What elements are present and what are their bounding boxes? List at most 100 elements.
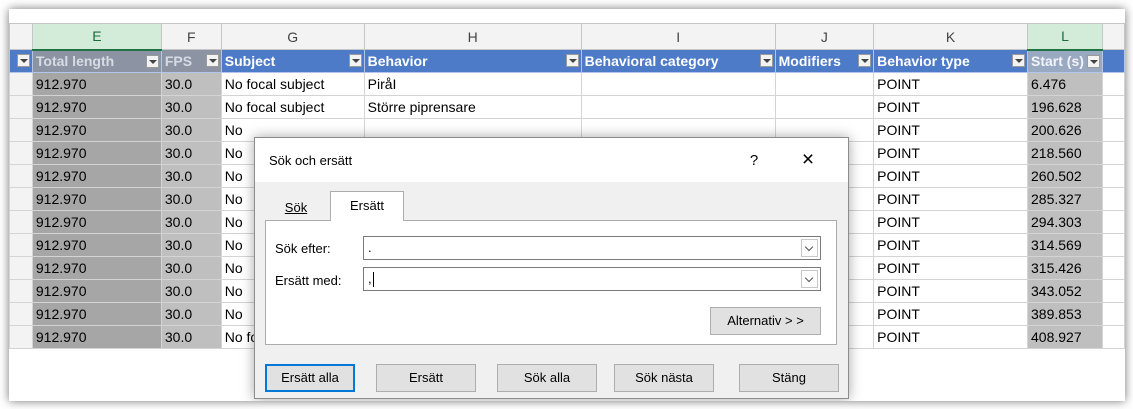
cell-behavior-type[interactable]: POINT bbox=[873, 302, 1029, 326]
cell-fps[interactable]: 30.0 bbox=[160, 95, 222, 119]
filter-dropdown-icon[interactable] bbox=[1012, 54, 1026, 67]
replace-dropdown-chevron-icon[interactable] bbox=[801, 270, 818, 288]
cell-behavior[interactable]: PiråI bbox=[363, 72, 582, 96]
filter-dropdown-icon[interactable] bbox=[759, 54, 773, 67]
filter-dropdown-icon[interactable] bbox=[348, 54, 362, 67]
table-header-cell[interactable]: Behavior bbox=[363, 49, 582, 73]
column-letter[interactable]: J bbox=[774, 23, 875, 50]
cell-next[interactable] bbox=[1101, 164, 1125, 188]
cell-subject[interactable]: No focal subject bbox=[220, 72, 365, 96]
table-header-cell[interactable]: Subject bbox=[220, 49, 365, 73]
help-button[interactable]: ? bbox=[739, 149, 769, 173]
cell-next[interactable] bbox=[1101, 187, 1125, 211]
cell-behavior[interactable]: Större piprensare bbox=[363, 95, 582, 119]
cell-next[interactable] bbox=[1101, 95, 1125, 119]
cell-fps[interactable]: 30.0 bbox=[160, 72, 222, 96]
cell-total-length[interactable]: 912.970 bbox=[31, 95, 162, 119]
tab-replace[interactable]: Ersätt bbox=[330, 191, 404, 221]
filter-dropdown-icon[interactable] bbox=[205, 54, 219, 67]
cell-next[interactable] bbox=[1101, 72, 1125, 96]
cell-start[interactable]: 6.476 bbox=[1027, 72, 1103, 96]
cell-next[interactable] bbox=[1101, 256, 1125, 280]
cell-next[interactable] bbox=[1101, 233, 1125, 257]
cell-behavior-type[interactable]: POINT bbox=[873, 210, 1029, 234]
cell-fps[interactable]: 30.0 bbox=[160, 141, 222, 165]
cell-fps[interactable]: 30.0 bbox=[160, 279, 222, 303]
cell-behavior-type[interactable]: POINT bbox=[873, 233, 1029, 257]
row-header[interactable] bbox=[9, 256, 33, 280]
filter-dropdown-icon[interactable] bbox=[1086, 54, 1100, 68]
cell-fps[interactable]: 30.0 bbox=[160, 164, 222, 188]
cell-next[interactable] bbox=[1101, 302, 1125, 326]
cell-fps[interactable]: 30.0 bbox=[160, 256, 222, 280]
find-all-button[interactable]: Sök alla bbox=[497, 364, 597, 392]
row-header[interactable] bbox=[9, 118, 33, 142]
row-header[interactable] bbox=[9, 187, 33, 211]
tab-find[interactable]: Sök bbox=[266, 196, 326, 221]
cell-next[interactable] bbox=[1101, 325, 1125, 349]
cell-behavior-type[interactable]: POINT bbox=[873, 95, 1029, 119]
find-input[interactable]: . bbox=[363, 236, 821, 260]
column-letter[interactable]: G bbox=[220, 23, 365, 50]
cell-start[interactable]: 314.569 bbox=[1027, 233, 1103, 257]
cell-next[interactable] bbox=[1101, 141, 1125, 165]
close-button[interactable]: Stäng bbox=[739, 364, 839, 392]
cell-total-length[interactable]: 912.970 bbox=[31, 164, 162, 188]
cell-behavioral-category[interactable] bbox=[580, 72, 776, 96]
cell-start[interactable]: 343.052 bbox=[1027, 279, 1103, 303]
cell-modifiers[interactable] bbox=[774, 95, 875, 119]
cell-start[interactable]: 218.560 bbox=[1027, 141, 1103, 165]
filter-dropdown-icon[interactable] bbox=[16, 54, 30, 67]
filter-dropdown-icon[interactable] bbox=[858, 54, 872, 67]
table-header-cell[interactable] bbox=[1101, 49, 1125, 73]
filter-dropdown-icon[interactable] bbox=[565, 54, 579, 67]
cell-total-length[interactable]: 912.970 bbox=[31, 302, 162, 326]
row-header[interactable] bbox=[9, 95, 33, 119]
table-header-cell[interactable]: Behavior type bbox=[873, 49, 1029, 73]
column-letter[interactable] bbox=[1101, 23, 1125, 50]
cell-total-length[interactable]: 912.970 bbox=[31, 256, 162, 280]
row-header[interactable] bbox=[9, 72, 33, 96]
cell-behavior-type[interactable]: POINT bbox=[873, 256, 1029, 280]
cell-fps[interactable]: 30.0 bbox=[160, 118, 222, 142]
cell-start[interactable]: 196.628 bbox=[1027, 95, 1103, 119]
row-header[interactable] bbox=[9, 325, 33, 349]
find-next-button[interactable]: Sök nästa bbox=[614, 364, 714, 392]
cell-total-length[interactable]: 912.970 bbox=[31, 233, 162, 257]
cell-fps[interactable]: 30.0 bbox=[160, 302, 222, 326]
column-letter[interactable] bbox=[9, 23, 33, 50]
cell-start[interactable]: 200.626 bbox=[1027, 118, 1103, 142]
cell-next[interactable] bbox=[1101, 210, 1125, 234]
table-header-cell[interactable]: Behavioral category bbox=[580, 49, 776, 73]
cell-start[interactable]: 260.502 bbox=[1027, 164, 1103, 188]
cell-behavior-type[interactable]: POINT bbox=[873, 164, 1029, 188]
table-header-cell[interactable]: Start (s) bbox=[1027, 49, 1103, 73]
filter-dropdown-icon[interactable] bbox=[145, 54, 159, 68]
row-header[interactable] bbox=[9, 233, 33, 257]
row-header[interactable] bbox=[9, 210, 33, 234]
column-letter[interactable]: K bbox=[873, 23, 1029, 50]
cell-behavior-type[interactable]: POINT bbox=[873, 141, 1029, 165]
row-header[interactable] bbox=[9, 302, 33, 326]
cell-total-length[interactable]: 912.970 bbox=[31, 72, 162, 96]
close-icon[interactable]: × bbox=[793, 147, 823, 173]
cell-start[interactable]: 285.327 bbox=[1027, 187, 1103, 211]
column-letter[interactable]: L bbox=[1027, 23, 1103, 51]
cell-total-length[interactable]: 912.970 bbox=[31, 279, 162, 303]
row-header[interactable] bbox=[9, 279, 33, 303]
cell-start[interactable]: 408.927 bbox=[1027, 325, 1103, 349]
find-dropdown-chevron-icon[interactable] bbox=[801, 239, 818, 257]
cell-total-length[interactable]: 912.970 bbox=[31, 141, 162, 165]
replace-all-button[interactable]: Ersätt alla bbox=[265, 364, 355, 392]
cell-fps[interactable]: 30.0 bbox=[160, 233, 222, 257]
table-header-cell[interactable]: Modifiers bbox=[774, 49, 875, 73]
table-header-cell[interactable]: FPS bbox=[160, 49, 222, 73]
cell-subject[interactable]: No focal subject bbox=[220, 95, 365, 119]
cell-behavioral-category[interactable] bbox=[580, 95, 776, 119]
cell-total-length[interactable]: 912.970 bbox=[31, 118, 162, 142]
cell-start[interactable]: 294.303 bbox=[1027, 210, 1103, 234]
cell-next[interactable] bbox=[1101, 279, 1125, 303]
cell-fps[interactable]: 30.0 bbox=[160, 325, 222, 349]
cell-total-length[interactable]: 912.970 bbox=[31, 325, 162, 349]
cell-behavior-type[interactable]: POINT bbox=[873, 187, 1029, 211]
